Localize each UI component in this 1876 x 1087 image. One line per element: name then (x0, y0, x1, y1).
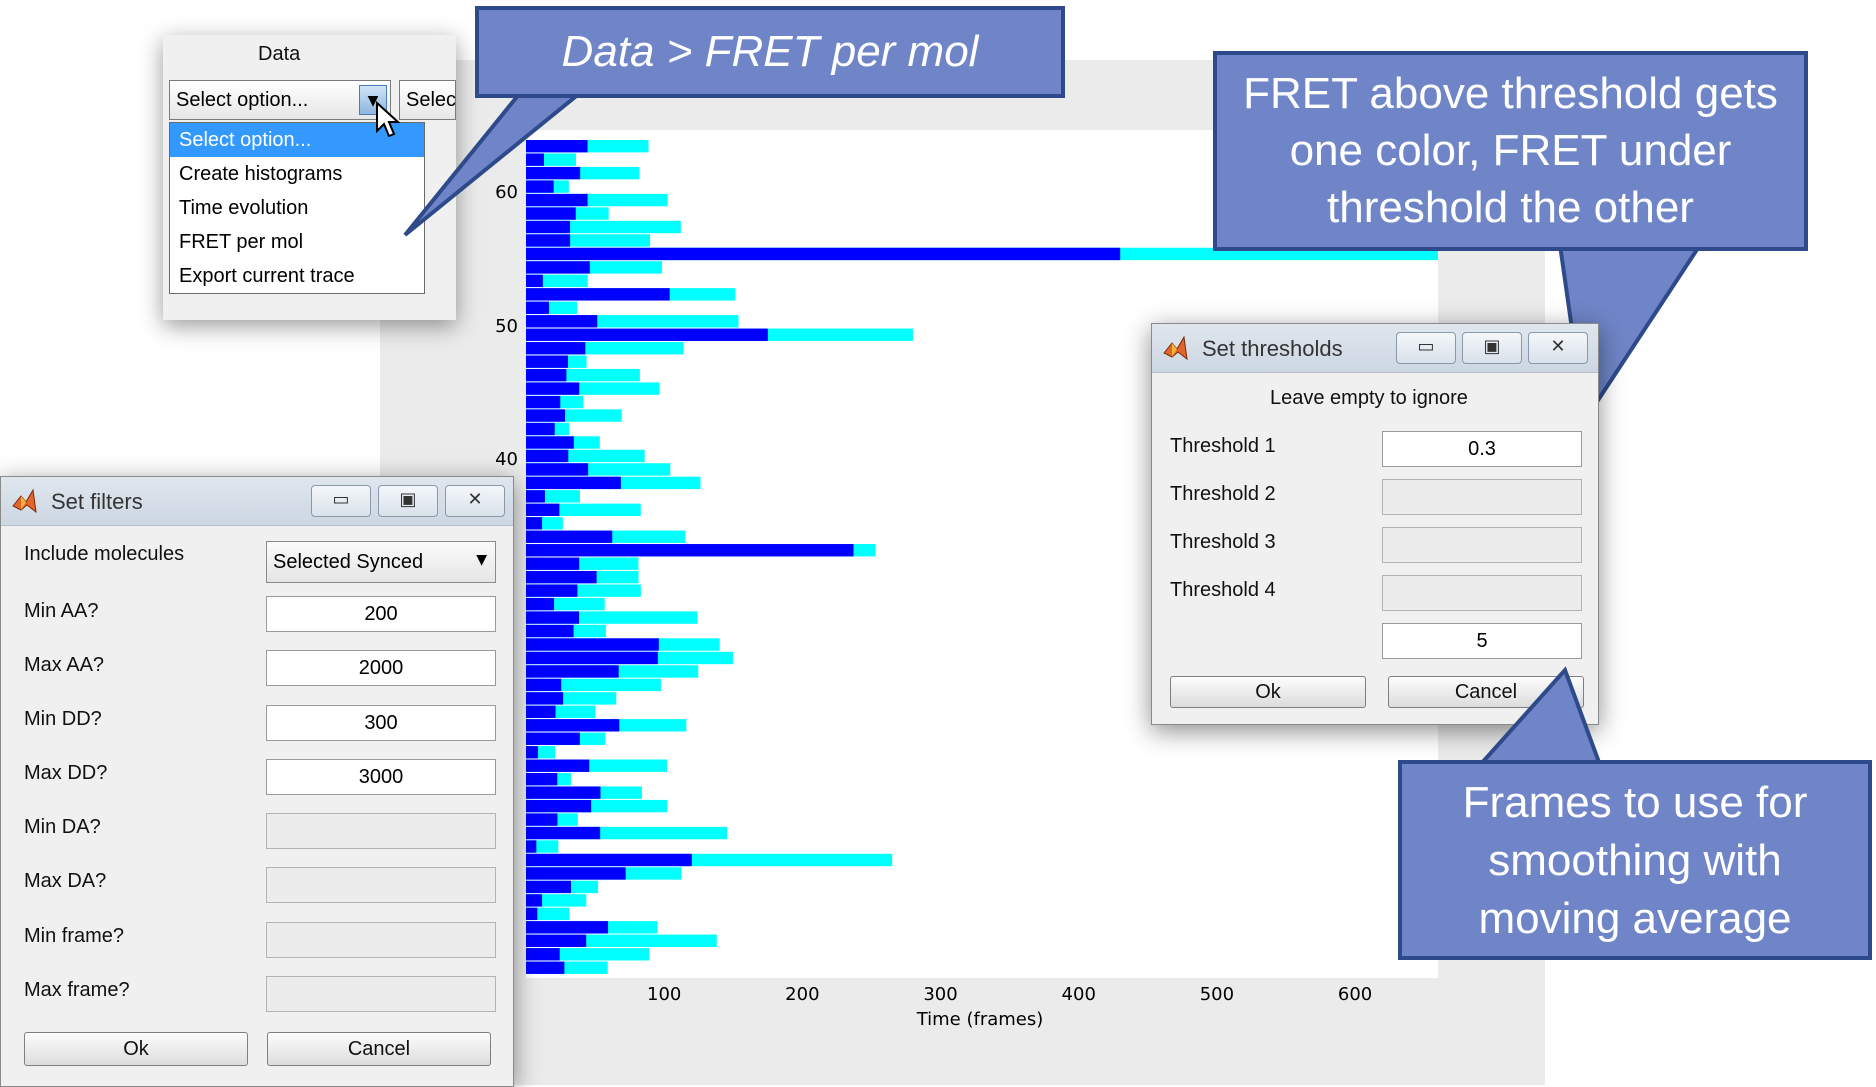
callout-smoothing: Frames to use for smoothing with moving … (1398, 760, 1872, 960)
callout-smoothing-text: Frames to use for smoothing with moving … (1462, 778, 1808, 943)
